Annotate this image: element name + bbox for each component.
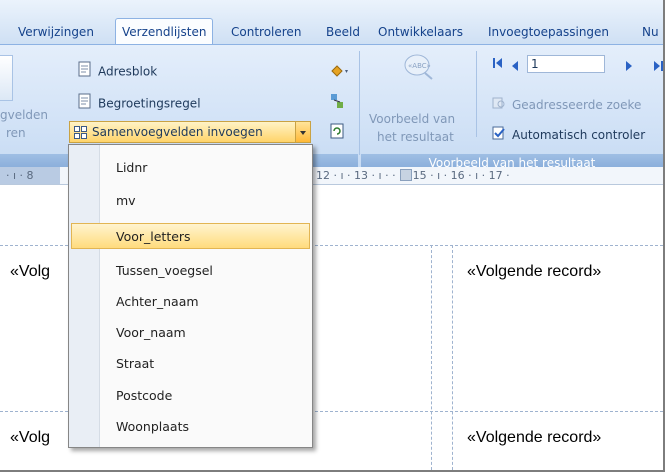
tab-controleren[interactable]: Controleren [225, 20, 307, 44]
tab-beeld[interactable]: Beeld [320, 20, 366, 44]
partial-button-bottom: ren [6, 126, 26, 140]
menu-item-label: Lidnr [116, 160, 148, 175]
voorbeeld-line1[interactable]: Voorbeeld van [369, 109, 455, 129]
find-recipient-icon [492, 96, 506, 116]
geadresseerde-label: Geadresseerde zoeke [512, 98, 642, 112]
automatisch-controleren-button[interactable]: Automatisch controler [492, 125, 645, 145]
abc-preview-icon: «ABC» [399, 51, 437, 85]
automatisch-label: Automatisch controler [512, 128, 646, 142]
table-gridline [452, 245, 453, 470]
match-fields-icon[interactable] [330, 93, 344, 113]
partial-button-icon [0, 55, 13, 101]
svg-text:«ABC»: «ABC» [408, 62, 431, 70]
next-record-icon[interactable] [624, 57, 634, 76]
word-window: Verwijzingen Verzendlijsten Controleren … [0, 0, 665, 472]
menu-item[interactable]: Tussen_voegsel [71, 258, 310, 284]
partial-button-top[interactable]: gvelden [0, 105, 48, 125]
voorbeeld-line2[interactable]: het resultaat [377, 127, 454, 147]
column-marker[interactable] [400, 169, 412, 181]
menu-item-highlighted[interactable]: Voor_letters [71, 223, 310, 249]
document-icon [78, 93, 92, 115]
menu-item[interactable]: Achter_naam [71, 289, 310, 315]
tab-nu[interactable]: Nu [636, 20, 663, 44]
ribbon-tab-strip: Verwijzingen Verzendlijsten Controleren … [0, 0, 663, 45]
document-icon [78, 61, 92, 83]
update-labels-icon[interactable] [330, 123, 344, 143]
record-number-value: 1 [531, 57, 539, 71]
menu-item[interactable]: Straat [71, 351, 310, 377]
menu-item-label: Voor_letters [116, 229, 191, 244]
check-errors-icon [492, 126, 506, 146]
ruler-left-text: · ı · 8 [6, 169, 34, 182]
label-cell-right: «Volgende record» [467, 263, 602, 280]
menu-item-label: Tussen_voegsel [116, 263, 213, 278]
menu-item-label: Postcode [116, 388, 173, 403]
record-number-input[interactable]: 1 [527, 55, 605, 73]
label-cell-right: «Volgende record» [467, 429, 602, 446]
tab-invoegtoepassingen[interactable]: Invoegtoepassingen [482, 20, 615, 44]
menu-item-label: Voor_naam [116, 325, 186, 340]
tab-verzendlijsten[interactable]: Verzendlijsten [115, 18, 214, 45]
menu-item[interactable]: Voor_naam [71, 320, 310, 346]
tab-verwijzingen[interactable]: Verwijzingen [12, 20, 100, 44]
menu-item-label: Straat [116, 356, 155, 371]
last-record-icon[interactable] [652, 57, 663, 76]
adresblok-label: Adresblok [98, 64, 158, 79]
samenvoegvelden-label: Samenvoegvelden invoegen [92, 125, 263, 139]
menu-item[interactable]: Lidnr [71, 155, 310, 181]
geadresseerde-zoeken-button[interactable]: Geadresseerde zoeke [492, 95, 641, 115]
ruler-right-text: 12 · ı · 13 · ı · · ı · 15 · ı · 16 · ı … [316, 169, 510, 182]
menu-item-label: Achter_naam [116, 294, 199, 309]
merge-fields-icon [74, 125, 88, 144]
rules-icon[interactable] [330, 63, 350, 82]
label-cell-left: «Volg [10, 429, 51, 446]
group-separator [359, 51, 360, 155]
tab-ontwikkelaars[interactable]: Ontwikkelaars [372, 20, 469, 44]
previous-record-icon[interactable] [510, 57, 520, 76]
menu-item-label: mv [116, 193, 136, 208]
menu-item[interactable]: Woonplaats [71, 414, 310, 440]
begroetingsregel-button[interactable]: Begroetingsregel [78, 93, 201, 113]
adresblok-button[interactable]: Adresblok [78, 61, 157, 81]
menu-item[interactable]: Postcode [71, 383, 310, 409]
begroetingsregel-label: Begroetingsregel [98, 96, 201, 111]
table-gridline [431, 245, 432, 470]
samenvoegvelden-invoegen-button[interactable]: Samenvoegvelden invoegen [69, 121, 311, 143]
first-record-icon[interactable] [492, 57, 504, 73]
chevron-down-icon[interactable] [295, 122, 310, 142]
label-cell-left: «Volg [10, 263, 51, 280]
menu-item[interactable]: mv [71, 188, 310, 214]
menu-item-label: Woonplaats [116, 419, 189, 434]
merge-fields-dropdown: Lidnr mv Voor_letters Tussen_voegsel Ach… [68, 144, 313, 448]
inner-separator [476, 51, 477, 137]
